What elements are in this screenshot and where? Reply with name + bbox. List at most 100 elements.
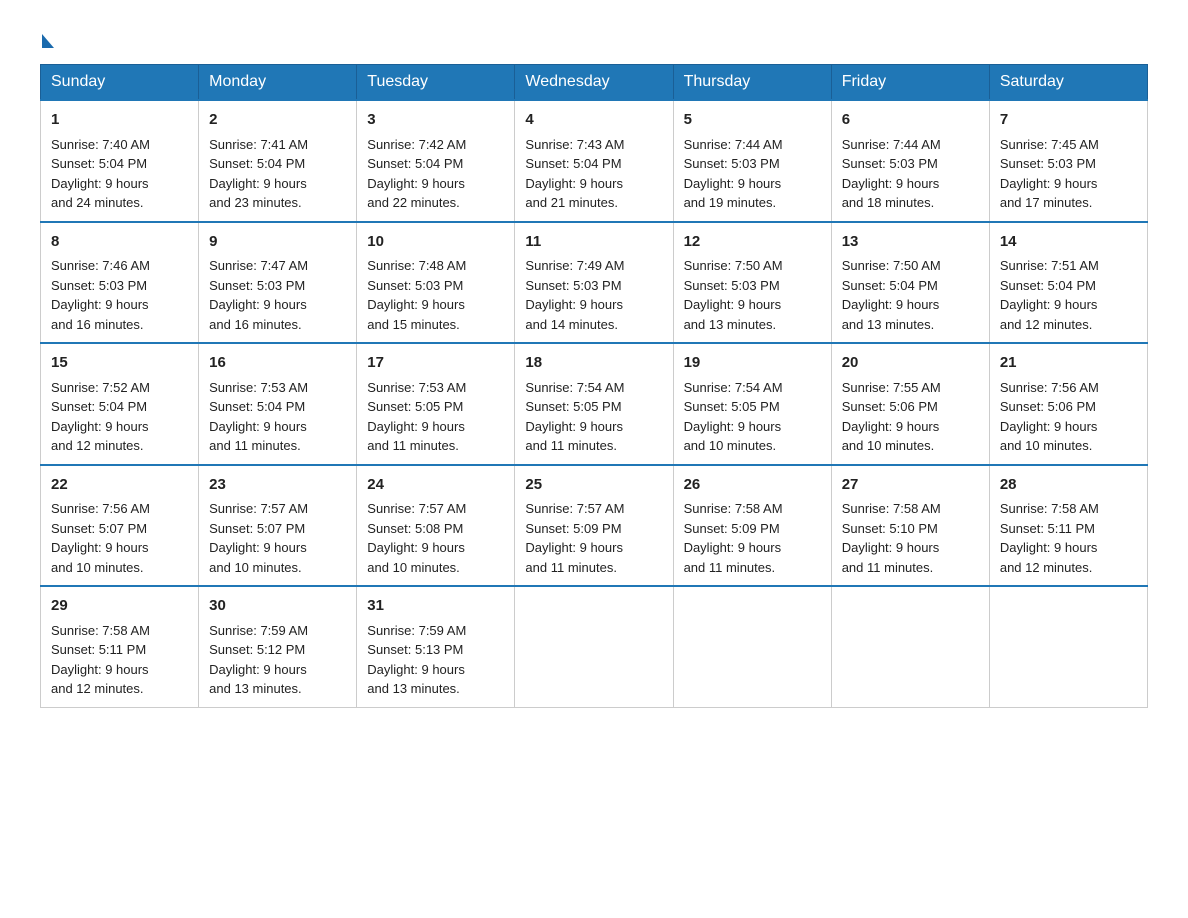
day-info: Sunrise: 7:58 AMSunset: 5:09 PMDaylight:… <box>684 499 821 577</box>
day-number: 31 <box>367 595 504 618</box>
day-number: 25 <box>525 474 662 497</box>
day-info: Sunrise: 7:58 AMSunset: 5:11 PMDaylight:… <box>1000 499 1137 577</box>
calendar-cell: 31 Sunrise: 7:59 AMSunset: 5:13 PMDayligh… <box>357 586 515 707</box>
calendar-cell: 15Sunrise: 7:52 AMSunset: 5:04 PMDayligh… <box>41 343 199 465</box>
calendar-cell: 4 Sunrise: 7:43 AMSunset: 5:04 PMDaylight… <box>515 100 673 222</box>
day-info: Sunrise: 7:57 AMSunset: 5:08 PMDaylight:… <box>367 499 504 577</box>
day-number: 24 <box>367 474 504 497</box>
day-number: 2 <box>209 109 346 132</box>
day-info: Sunrise: 7:58 AMSunset: 5:11 PMDaylight:… <box>51 621 188 699</box>
day-info: Sunrise: 7:55 AMSunset: 5:06 PMDaylight:… <box>842 378 979 456</box>
day-number: 3 <box>367 109 504 132</box>
day-number: 19 <box>684 352 821 375</box>
calendar-cell: 10Sunrise: 7:48 AMSunset: 5:03 PMDayligh… <box>357 222 515 344</box>
header-day-wednesday: Wednesday <box>515 65 673 101</box>
calendar-cell: 7Sunrise: 7:45 AMSunset: 5:03 PMDaylight… <box>989 100 1147 222</box>
header-day-friday: Friday <box>831 65 989 101</box>
day-number: 5 <box>684 109 821 132</box>
day-number: 9 <box>209 231 346 254</box>
calendar-cell: 11Sunrise: 7:49 AMSunset: 5:03 PMDayligh… <box>515 222 673 344</box>
header-day-tuesday: Tuesday <box>357 65 515 101</box>
calendar-cell: 18 Sunrise: 7:54 AMSunset: 5:05 PMDayligh… <box>515 343 673 465</box>
day-info: Sunrise: 7:45 AMSunset: 5:03 PMDaylight:… <box>1000 135 1137 213</box>
calendar-cell: 1Sunrise: 7:40 AMSunset: 5:04 PMDaylight… <box>41 100 199 222</box>
day-info: Sunrise: 7:42 AMSunset: 5:04 PMDaylight:… <box>367 135 504 213</box>
day-info: Sunrise: 7:43 AMSunset: 5:04 PMDaylight:… <box>525 135 662 213</box>
calendar-cell: 12Sunrise: 7:50 AMSunset: 5:03 PMDayligh… <box>673 222 831 344</box>
calendar-cell: 21Sunrise: 7:56 AMSunset: 5:06 PMDayligh… <box>989 343 1147 465</box>
day-number: 30 <box>209 595 346 618</box>
calendar-cell: 27Sunrise: 7:58 AMSunset: 5:10 PMDayligh… <box>831 465 989 587</box>
day-number: 29 <box>51 595 188 618</box>
day-number: 15 <box>51 352 188 375</box>
day-number: 12 <box>684 231 821 254</box>
day-info: Sunrise: 7:46 AMSunset: 5:03 PMDaylight:… <box>51 256 188 334</box>
calendar-cell: 6 Sunrise: 7:44 AMSunset: 5:03 PMDaylight… <box>831 100 989 222</box>
day-info: Sunrise: 7:58 AMSunset: 5:10 PMDaylight:… <box>842 499 979 577</box>
calendar-cell: 14Sunrise: 7:51 AMSunset: 5:04 PMDayligh… <box>989 222 1147 344</box>
day-info: Sunrise: 7:44 AMSunset: 5:03 PMDaylight:… <box>684 135 821 213</box>
day-info: Sunrise: 7:47 AMSunset: 5:03 PMDaylight:… <box>209 256 346 334</box>
day-number: 6 <box>842 109 979 132</box>
day-number: 28 <box>1000 474 1137 497</box>
calendar-cell: 17 Sunrise: 7:53 AMSunset: 5:05 PMDayligh… <box>357 343 515 465</box>
day-info: Sunrise: 7:53 AMSunset: 5:05 PMDaylight:… <box>367 378 504 456</box>
day-info: Sunrise: 7:44 AMSunset: 5:03 PMDaylight:… <box>842 135 979 213</box>
day-info: Sunrise: 7:50 AMSunset: 5:03 PMDaylight:… <box>684 256 821 334</box>
calendar-header: SundayMondayTuesdayWednesdayThursdayFrid… <box>41 65 1148 101</box>
day-number: 26 <box>684 474 821 497</box>
day-number: 22 <box>51 474 188 497</box>
day-info: Sunrise: 7:57 AMSunset: 5:07 PMDaylight:… <box>209 499 346 577</box>
logo-triangle-icon <box>42 34 54 48</box>
day-number: 14 <box>1000 231 1137 254</box>
day-info: Sunrise: 7:54 AMSunset: 5:05 PMDaylight:… <box>684 378 821 456</box>
calendar-body: 1Sunrise: 7:40 AMSunset: 5:04 PMDaylight… <box>41 100 1148 707</box>
page-header <box>40 30 1148 44</box>
day-info: Sunrise: 7:49 AMSunset: 5:03 PMDaylight:… <box>525 256 662 334</box>
calendar-cell: 20Sunrise: 7:55 AMSunset: 5:06 PMDayligh… <box>831 343 989 465</box>
header-day-sunday: Sunday <box>41 65 199 101</box>
day-number: 18 <box>525 352 662 375</box>
calendar-week-4: 22Sunrise: 7:56 AMSunset: 5:07 PMDayligh… <box>41 465 1148 587</box>
day-info: Sunrise: 7:48 AMSunset: 5:03 PMDaylight:… <box>367 256 504 334</box>
calendar-week-3: 15Sunrise: 7:52 AMSunset: 5:04 PMDayligh… <box>41 343 1148 465</box>
calendar-cell: 13Sunrise: 7:50 AMSunset: 5:04 PMDayligh… <box>831 222 989 344</box>
day-number: 13 <box>842 231 979 254</box>
calendar-cell: 22Sunrise: 7:56 AMSunset: 5:07 PMDayligh… <box>41 465 199 587</box>
calendar-cell <box>515 586 673 707</box>
calendar-cell: 29 Sunrise: 7:58 AMSunset: 5:11 PMDayligh… <box>41 586 199 707</box>
calendar-cell <box>831 586 989 707</box>
day-info: Sunrise: 7:56 AMSunset: 5:07 PMDaylight:… <box>51 499 188 577</box>
header-day-monday: Monday <box>199 65 357 101</box>
calendar-cell: 3 Sunrise: 7:42 AMSunset: 5:04 PMDaylight… <box>357 100 515 222</box>
calendar-cell: 28Sunrise: 7:58 AMSunset: 5:11 PMDayligh… <box>989 465 1147 587</box>
calendar-cell: 16Sunrise: 7:53 AMSunset: 5:04 PMDayligh… <box>199 343 357 465</box>
day-info: Sunrise: 7:59 AMSunset: 5:12 PMDaylight:… <box>209 621 346 699</box>
day-number: 17 <box>367 352 504 375</box>
day-info: Sunrise: 7:41 AMSunset: 5:04 PMDaylight:… <box>209 135 346 213</box>
calendar-cell <box>673 586 831 707</box>
header-day-saturday: Saturday <box>989 65 1147 101</box>
day-number: 23 <box>209 474 346 497</box>
calendar-cell: 30 Sunrise: 7:59 AMSunset: 5:12 PMDayligh… <box>199 586 357 707</box>
calendar-cell: 8Sunrise: 7:46 AMSunset: 5:03 PMDaylight… <box>41 222 199 344</box>
calendar-cell <box>989 586 1147 707</box>
day-number: 4 <box>525 109 662 132</box>
calendar-week-5: 29 Sunrise: 7:58 AMSunset: 5:11 PMDayligh… <box>41 586 1148 707</box>
calendar-cell: 24Sunrise: 7:57 AMSunset: 5:08 PMDayligh… <box>357 465 515 587</box>
day-number: 10 <box>367 231 504 254</box>
day-info: Sunrise: 7:40 AMSunset: 5:04 PMDaylight:… <box>51 135 188 213</box>
day-number: 8 <box>51 231 188 254</box>
logo <box>40 30 54 44</box>
day-info: Sunrise: 7:54 AMSunset: 5:05 PMDaylight:… <box>525 378 662 456</box>
calendar-table: SundayMondayTuesdayWednesdayThursdayFrid… <box>40 64 1148 708</box>
calendar-week-2: 8Sunrise: 7:46 AMSunset: 5:03 PMDaylight… <box>41 222 1148 344</box>
day-info: Sunrise: 7:53 AMSunset: 5:04 PMDaylight:… <box>209 378 346 456</box>
calendar-cell: 2 Sunrise: 7:41 AMSunset: 5:04 PMDaylight… <box>199 100 357 222</box>
calendar-cell: 19 Sunrise: 7:54 AMSunset: 5:05 PMDayligh… <box>673 343 831 465</box>
day-info: Sunrise: 7:51 AMSunset: 5:04 PMDaylight:… <box>1000 256 1137 334</box>
calendar-cell: 9Sunrise: 7:47 AMSunset: 5:03 PMDaylight… <box>199 222 357 344</box>
calendar-cell: 26Sunrise: 7:58 AMSunset: 5:09 PMDayligh… <box>673 465 831 587</box>
day-number: 27 <box>842 474 979 497</box>
day-info: Sunrise: 7:59 AMSunset: 5:13 PMDaylight:… <box>367 621 504 699</box>
